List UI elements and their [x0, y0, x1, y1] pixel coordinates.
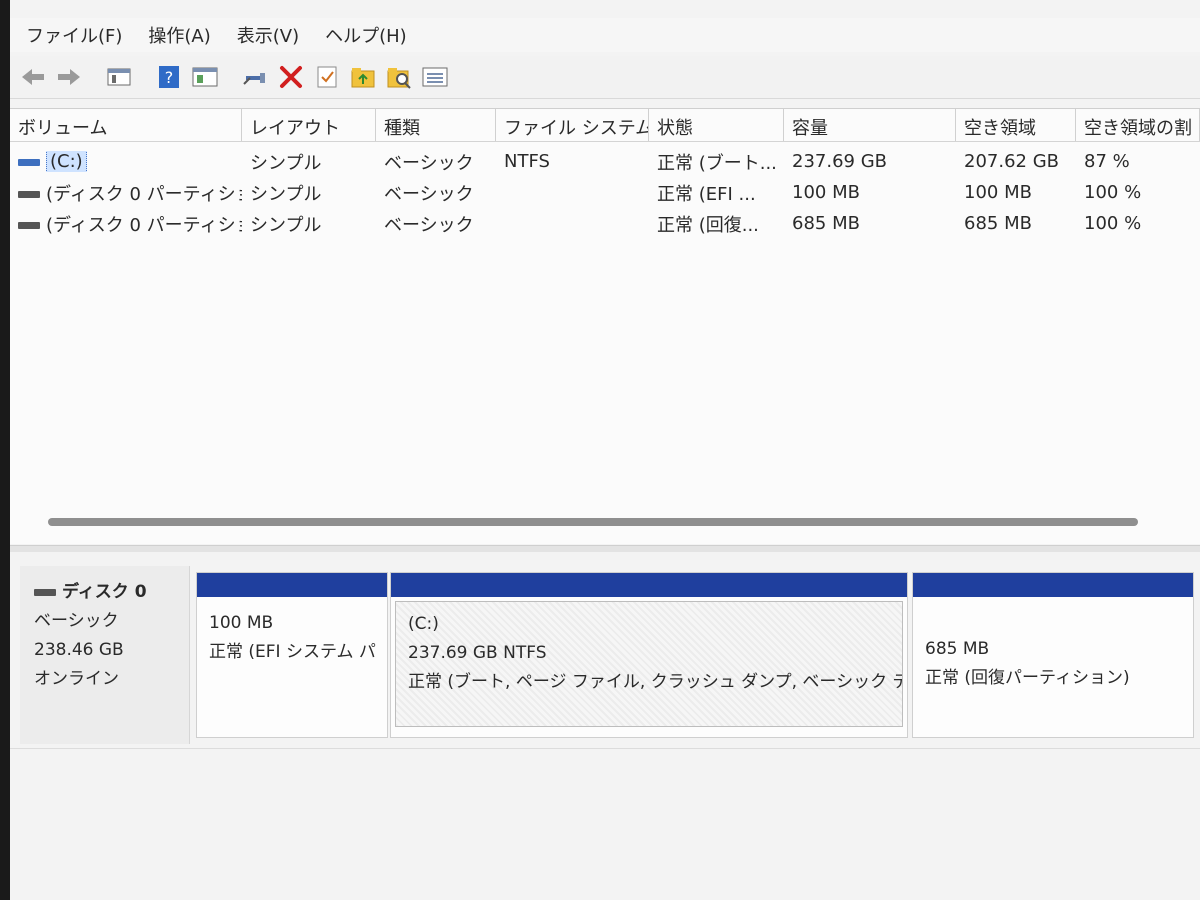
column-volume[interactable]: ボリューム [10, 109, 242, 141]
capacity-cell: 685 MB [792, 213, 860, 234]
free-space-cell: 100 MB [964, 182, 1032, 203]
disk-map: ディスク 0 ベーシック 238.46 GB オンライン 100 MB 正常 (… [10, 552, 1200, 900]
free-percent-cell: 100 % [1084, 182, 1142, 203]
partition-header-bar [913, 573, 1193, 597]
layout-cell: シンプル [250, 183, 322, 205]
volume-name: (ディスク 0 パーティショ... [46, 183, 242, 205]
layout-cell: シンプル [250, 152, 322, 174]
free-space-cell: 685 MB [964, 213, 1032, 234]
disk-type: ベーシック [34, 611, 119, 631]
partition-efi[interactable]: 100 MB 正常 (EFI システム パ [196, 572, 388, 738]
column-free-percent[interactable]: 空き領域の割 [1076, 109, 1200, 141]
column-layout[interactable]: レイアウト [242, 109, 376, 141]
type-cell: ベーシック [384, 152, 474, 174]
partition-size: 100 MB [209, 613, 274, 633]
help-icon[interactable]: ? [154, 62, 184, 92]
toolbar: ? [10, 56, 1200, 99]
column-filesystem[interactable]: ファイル システム [496, 109, 649, 141]
partition-status: 正常 (ブート, ページ ファイル, クラッシュ ダンプ, ベーシック データ … [408, 672, 902, 692]
partition-label: (C:) [408, 614, 439, 634]
panel-icon[interactable] [104, 62, 134, 92]
check-icon[interactable] [312, 62, 342, 92]
menu-help[interactable]: ヘルプ(H) [325, 22, 407, 48]
disk-size: 238.46 GB [34, 640, 124, 660]
partition-status: 正常 (回復パーティション) [925, 668, 1130, 688]
volume-icon [18, 222, 40, 229]
menu-bar: ファイル(F) 操作(A) 表示(V) ヘルプ(H) [10, 18, 1200, 52]
disk-status: オンライン [34, 669, 119, 689]
type-cell: ベーシック [384, 183, 474, 205]
type-cell: ベーシック [384, 214, 474, 236]
volume-name: (ディスク 0 パーティショ... [46, 214, 242, 236]
delete-icon[interactable] [276, 62, 306, 92]
menu-view[interactable]: 表示(V) [237, 22, 299, 48]
volume-list-header: ボリューム レイアウト 種類 ファイル システム 状態 容量 空き領域 空き領域… [10, 109, 1200, 142]
disk-name: ディスク 0 [62, 582, 147, 602]
filesystem-cell: NTFS [504, 151, 550, 172]
folder-up-icon[interactable] [348, 62, 378, 92]
volume-name: (C:) [46, 151, 87, 172]
disk-info-panel[interactable]: ディスク 0 ベーシック 238.46 GB オンライン [20, 566, 190, 744]
status-cell: 正常 (ブート... [657, 152, 777, 174]
disk-management-window: ファイル(F) 操作(A) 表示(V) ヘルプ(H) ? ボリューム レイアウト… [10, 0, 1200, 900]
svg-text:?: ? [165, 68, 174, 87]
table-row[interactable]: (ディスク 0 パーティショ... シンプル ベーシック 正常 (EFI ...… [10, 177, 1200, 208]
partition-header-bar [197, 573, 387, 597]
folder-search-icon[interactable] [384, 62, 414, 92]
status-cell: 正常 (回復... [657, 214, 759, 236]
column-status[interactable]: 状態 [649, 109, 784, 141]
forward-arrow-icon[interactable] [54, 62, 84, 92]
menu-file[interactable]: ファイル(F) [26, 22, 122, 48]
partition-c-drive[interactable]: (C:) 237.69 GB NTFS 正常 (ブート, ページ ファイル, ク… [390, 572, 908, 738]
partition-status: 正常 (EFI システム パ [209, 642, 376, 662]
partition-header-bar [391, 573, 907, 597]
disk-icon [34, 588, 56, 596]
layout-cell: シンプル [250, 214, 322, 236]
column-capacity[interactable]: 容量 [784, 109, 956, 141]
free-space-cell: 207.62 GB [964, 151, 1060, 172]
status-cell: 正常 (EFI ... [657, 183, 756, 205]
volume-icon [18, 158, 40, 166]
partition-size: 685 MB [925, 639, 990, 659]
table-row[interactable]: (C:) シンプル ベーシック NTFS 正常 (ブート... 237.69 G… [10, 146, 1200, 177]
table-row[interactable]: (ディスク 0 パーティショ... シンプル ベーシック 正常 (回復... 6… [10, 208, 1200, 239]
volume-icon [18, 191, 40, 198]
free-percent-cell: 87 % [1084, 151, 1130, 172]
empty-disk-area [10, 748, 1200, 900]
horizontal-scrollbar[interactable] [48, 518, 1138, 526]
back-arrow-icon[interactable] [18, 62, 48, 92]
capacity-cell: 237.69 GB [792, 151, 888, 172]
partition-recovery[interactable]: 685 MB 正常 (回復パーティション) [912, 572, 1194, 738]
capacity-cell: 100 MB [792, 182, 860, 203]
properties-icon[interactable] [190, 62, 220, 92]
menu-action[interactable]: 操作(A) [148, 22, 210, 48]
column-free-space[interactable]: 空き領域 [956, 109, 1076, 141]
partition-size: 237.69 GB NTFS [408, 643, 547, 663]
free-percent-cell: 100 % [1084, 213, 1142, 234]
volume-list: ボリューム レイアウト 種類 ファイル システム 状態 容量 空き領域 空き領域… [10, 108, 1200, 544]
connect-icon[interactable] [240, 62, 270, 92]
list-icon[interactable] [420, 62, 450, 92]
column-type[interactable]: 種類 [376, 109, 496, 141]
